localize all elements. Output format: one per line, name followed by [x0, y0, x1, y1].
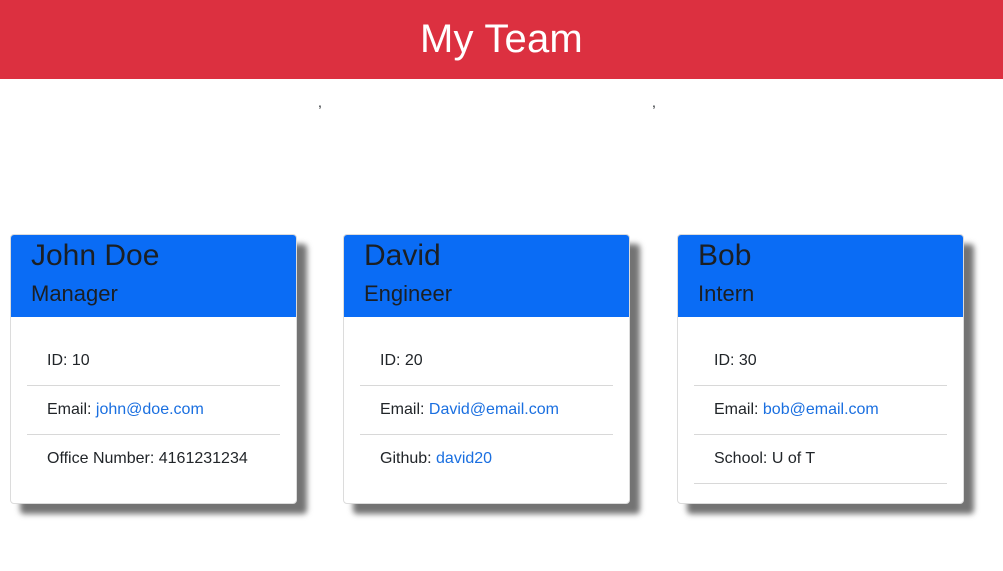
office-number-value: 4161231234 [158, 450, 248, 467]
stray-comma: , [652, 94, 656, 110]
id-value: 10 [71, 352, 90, 369]
school-item: School: U of T [694, 435, 947, 484]
card-header: David Engineer [344, 235, 629, 317]
employee-name: David [364, 239, 441, 272]
employee-role: Engineer [364, 281, 453, 306]
employee-id-item: ID: 10 [27, 337, 280, 386]
employee-role: Intern [698, 281, 755, 306]
id-value: 30 [738, 352, 757, 369]
page-title: My Team [420, 17, 583, 61]
employee-card-intern: Bob Intern ID: 30 Email: bob@email.com S… [677, 234, 964, 504]
employee-role: Manager [31, 281, 118, 306]
school-value: U of T [771, 450, 816, 467]
card-body: ID: 10 Email: john@doe.com Office Number… [11, 317, 296, 483]
email-label: Email: [714, 401, 763, 418]
page-header: My Team [0, 0, 1003, 79]
employee-email-item: Email: bob@email.com [694, 386, 947, 435]
id-value: 20 [404, 352, 423, 369]
employee-card-manager: John Doe Manager ID: 10 Email: john@doe.… [10, 234, 297, 504]
employee-details-list: ID: 20 Email: David@email.com Github: da… [360, 337, 613, 483]
employee-id-item: ID: 20 [360, 337, 613, 386]
github-label: Github: [380, 450, 437, 467]
email-label: Email: [47, 401, 96, 418]
employee-email-item: Email: David@email.com [360, 386, 613, 435]
card-body: ID: 20 Email: David@email.com Github: da… [344, 317, 629, 483]
email-link[interactable]: David@email.com [429, 401, 559, 418]
office-number-item: Office Number: 4161231234 [27, 435, 280, 483]
card-header: Bob Intern [678, 235, 963, 317]
id-label: ID: [380, 352, 405, 369]
email-link[interactable]: john@doe.com [96, 401, 204, 418]
email-link[interactable]: bob@email.com [763, 401, 879, 418]
school-label: School: [714, 450, 772, 467]
card-header: John Doe Manager [11, 235, 296, 317]
employee-email-item: Email: john@doe.com [27, 386, 280, 435]
email-label: Email: [380, 401, 429, 418]
employee-name: John Doe [31, 239, 160, 272]
stray-comma: , [318, 94, 322, 110]
employee-details-list: ID: 30 Email: bob@email.com School: U of… [694, 337, 947, 484]
employee-details-list: ID: 10 Email: john@doe.com Office Number… [27, 337, 280, 483]
office-number-label: Office Number: [47, 450, 159, 467]
id-label: ID: [714, 352, 739, 369]
github-link[interactable]: david20 [436, 450, 492, 467]
id-label: ID: [47, 352, 72, 369]
card-body: ID: 30 Email: bob@email.com School: U of… [678, 317, 963, 484]
employee-name: Bob [698, 239, 752, 272]
employee-card-engineer: David Engineer ID: 20 Email: David@email… [343, 234, 630, 504]
github-item: Github: david20 [360, 435, 613, 483]
employee-id-item: ID: 30 [694, 337, 947, 386]
